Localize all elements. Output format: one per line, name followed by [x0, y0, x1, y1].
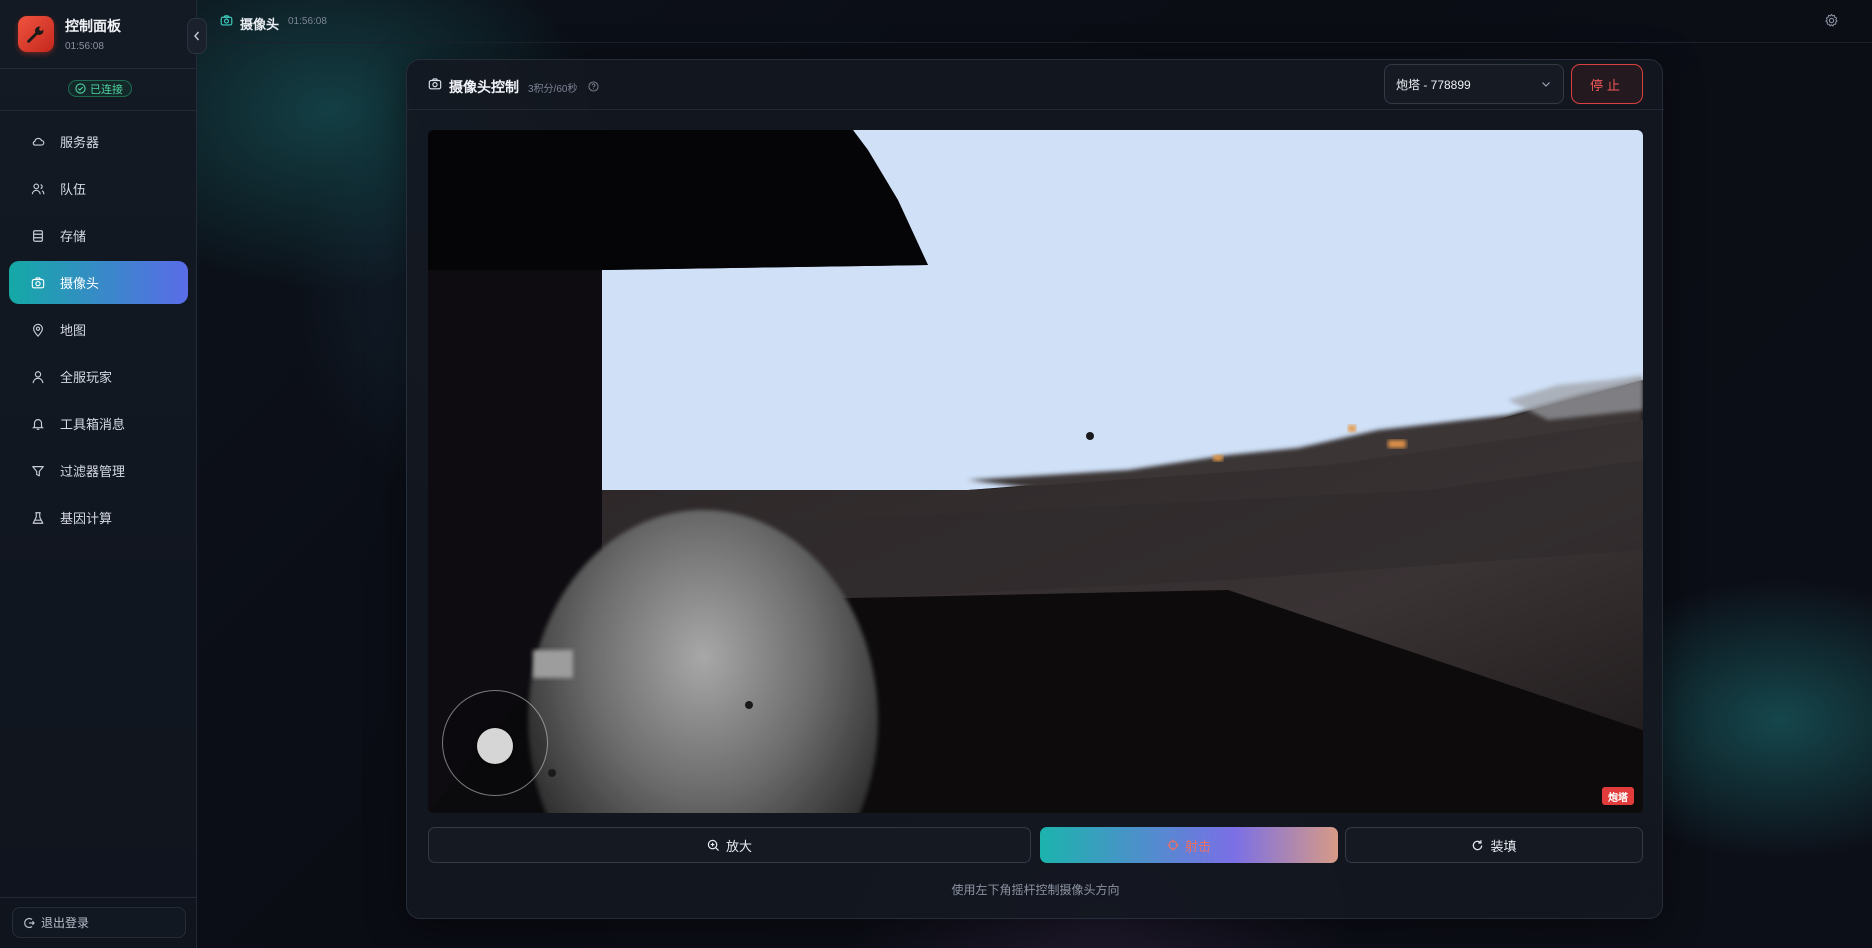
turret-tag: 炮塔: [1602, 787, 1634, 805]
crosshair-icon: [1167, 839, 1179, 851]
map-pin-icon: [30, 322, 46, 338]
chevron-down-icon: [1542, 82, 1550, 87]
joystick[interactable]: [442, 690, 548, 796]
sidebar-item-label: 基因计算: [60, 511, 113, 526]
turret-select[interactable]: 炮塔 - 778899: [1384, 64, 1564, 104]
connection-status-badge: 已连接: [68, 80, 132, 97]
page-time: 01:56:08: [288, 16, 327, 27]
sidebar-item-map[interactable]: 地图: [9, 308, 188, 351]
joystick-knob[interactable]: [477, 728, 513, 764]
cost-label: 3积分/60秒: [528, 84, 578, 95]
check-circle-icon: [75, 83, 86, 94]
sidebar-item-label: 地图: [60, 323, 87, 338]
sidebar-item-label: 过滤器管理: [60, 464, 126, 479]
divider: [0, 68, 197, 69]
camera-feed-image: [428, 130, 1643, 813]
zoom-button[interactable]: 放大: [428, 827, 1031, 863]
divider: [0, 897, 197, 898]
fire-button[interactable]: 射击: [1040, 827, 1338, 863]
card-header: 摄像头控制 3积分/60秒 炮塔 - 778899 停止: [407, 60, 1664, 110]
turret-select-value: 炮塔 - 778899: [1396, 77, 1471, 92]
users-icon: [30, 181, 46, 197]
stop-button[interactable]: 停止: [1571, 64, 1643, 104]
sidebar-nav: 服务器 队伍 存储 摄像头 地图 全服玩家 工具箱消息 过滤器管理 基因计算: [9, 120, 188, 543]
bell-icon: [30, 416, 46, 432]
flask-icon: [30, 510, 46, 526]
connection-status-text: 已连接: [90, 83, 123, 96]
sidebar-item-gene-calculator[interactable]: 基因计算: [9, 496, 188, 539]
camera-control-card: 摄像头控制 3积分/60秒 炮塔 - 778899 停止 炮塔 放大 射击 装填…: [406, 59, 1664, 919]
sidebar-item-label: 服务器: [60, 135, 100, 150]
gear-icon[interactable]: [1824, 13, 1839, 33]
sidebar-item-label: 队伍: [60, 182, 87, 197]
divider: [0, 110, 197, 111]
logout-label: 退出登录: [41, 916, 90, 930]
camera-icon: [30, 275, 46, 291]
logout-button[interactable]: 退出登录: [12, 907, 186, 938]
storage-icon: [30, 228, 46, 244]
refresh-icon: [1473, 839, 1483, 850]
page-title: 摄像头: [240, 17, 280, 32]
reload-label: 装填: [1490, 838, 1517, 854]
zoom-label: 放大: [725, 838, 752, 854]
sidebar-collapse-button[interactable]: [187, 18, 207, 54]
sidebar-item-camera[interactable]: 摄像头: [9, 261, 188, 304]
sidebar-item-label: 工具箱消息: [60, 417, 126, 432]
camera-icon: [220, 14, 233, 32]
sidebar-item-label: 全服玩家: [60, 370, 113, 385]
app-title: 控制面板: [65, 18, 121, 34]
sidebar-item-label: 摄像头: [60, 276, 100, 291]
user-icon: [30, 369, 46, 385]
sidebar-item-storage[interactable]: 存储: [9, 214, 188, 257]
app-time: 01:56:08: [65, 41, 104, 52]
sidebar-item-label: 存储: [60, 229, 87, 244]
sidebar-item-all-players[interactable]: 全服玩家: [9, 355, 188, 398]
camera-icon: [428, 77, 442, 96]
sidebar-item-filter-management[interactable]: 过滤器管理: [9, 449, 188, 492]
sidebar-item-team[interactable]: 队伍: [9, 167, 188, 210]
brand: 控制面板 01:56:08: [18, 16, 121, 52]
sidebar-item-toolbox-messages[interactable]: 工具箱消息: [9, 402, 188, 445]
help-icon[interactable]: [588, 79, 599, 97]
camera-feed[interactable]: 炮塔: [428, 130, 1643, 813]
filter-icon: [30, 463, 46, 479]
chevron-left-icon: [194, 31, 200, 41]
zoom-in-icon: [707, 839, 720, 851]
logout-icon: [24, 917, 35, 928]
fire-label: 射击: [1184, 838, 1211, 854]
joystick-hint: 使用左下角摇杆控制摄像头方向: [951, 883, 1120, 897]
cloud-icon: [30, 134, 46, 150]
sidebar: 控制面板 01:56:08 已连接 服务器 队伍 存储 摄像头 地图 全服玩家 …: [0, 0, 197, 948]
top-bar: 摄像头 01:56:08: [197, 0, 1872, 43]
sidebar-item-servers[interactable]: 服务器: [9, 120, 188, 163]
reload-button[interactable]: 装填: [1345, 827, 1643, 863]
wrench-icon: [18, 16, 54, 52]
card-title: 摄像头控制: [449, 79, 519, 95]
